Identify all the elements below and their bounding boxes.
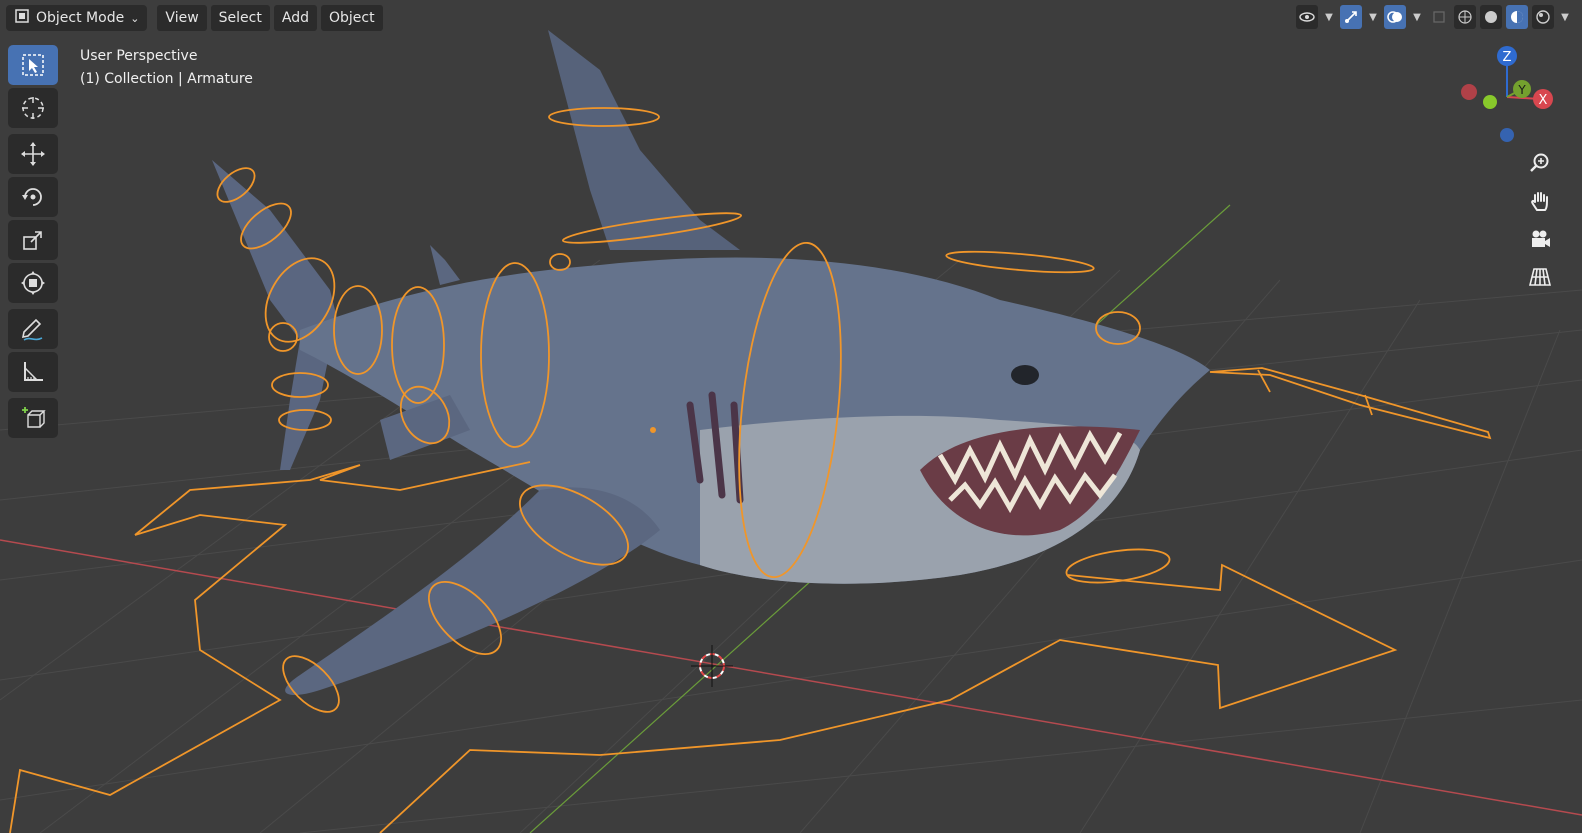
select-box-tool[interactable]	[8, 45, 58, 85]
object-mode-dropdown[interactable]: Object Mode ⌄	[6, 5, 148, 31]
gizmo-chevron-down-icon[interactable]: ▼	[1366, 5, 1380, 29]
transform-tool[interactable]	[8, 263, 58, 303]
transform-icon	[21, 271, 45, 295]
tool-shelf	[8, 45, 58, 441]
object-origin	[650, 427, 656, 433]
shading-material-icon[interactable]	[1506, 5, 1528, 29]
cursor-tool[interactable]	[8, 88, 58, 128]
rotate-tool[interactable]	[8, 177, 58, 217]
xray-toggle-icon[interactable]	[1428, 5, 1450, 29]
shading-chevron-down-icon[interactable]: ▼	[1558, 5, 1572, 29]
shading-wireframe-icon[interactable]	[1454, 5, 1476, 29]
menu-select[interactable]: Select	[210, 5, 270, 31]
measure-ruler-icon	[24, 362, 43, 381]
visibility-chevron-down-icon[interactable]: ▼	[1322, 5, 1336, 29]
camera-icon	[1532, 230, 1550, 247]
add-cube-tool[interactable]	[8, 398, 58, 438]
hand-icon	[1531, 192, 1548, 211]
grid-perspective-icon	[1529, 268, 1551, 286]
visibility-eye-icon[interactable]	[1296, 5, 1318, 29]
gizmo-z-label: Z	[1503, 50, 1512, 65]
cursor-icon	[22, 97, 44, 119]
camera-view-button[interactable]	[1523, 222, 1557, 256]
scale-tool[interactable]	[8, 220, 58, 260]
annotate-tool[interactable]	[8, 309, 58, 349]
pan-button[interactable]	[1523, 184, 1557, 218]
gizmo-toggle-icon[interactable]	[1340, 5, 1362, 29]
measure-tool[interactable]	[8, 352, 58, 392]
gizmo-y-label: Y	[1517, 83, 1526, 97]
select-box-icon	[22, 54, 44, 76]
overlays-toggle-icon[interactable]	[1384, 5, 1406, 29]
menu-object[interactable]: Object	[320, 5, 383, 31]
viewport-info: User Perspective (1) Collection | Armatu…	[80, 45, 253, 91]
object-mode-icon	[14, 8, 30, 28]
menu-add[interactable]: Add	[273, 5, 317, 31]
overlays-chevron-down-icon[interactable]: ▼	[1410, 5, 1424, 29]
gizmo-x-label: X	[1539, 93, 1548, 108]
move-tool[interactable]	[8, 134, 58, 174]
viewport-header: Object Mode ⌄ View Select Add Object ▼ ▼…	[0, 0, 1582, 36]
shading-solid-icon[interactable]	[1480, 5, 1502, 29]
header-right-controls: ▼ ▼ ▼ ▼	[1296, 5, 1572, 29]
annotate-pencil-icon	[21, 318, 43, 341]
zoom-magnifier-icon	[1530, 153, 1549, 172]
collection-object-label: (1) Collection | Armature	[80, 71, 253, 87]
shading-rendered-icon[interactable]	[1532, 5, 1554, 29]
perspective-toggle-button[interactable]	[1523, 260, 1557, 294]
rotate-icon	[22, 188, 42, 206]
menu-view[interactable]: View	[157, 5, 207, 31]
zoom-button[interactable]	[1523, 146, 1557, 180]
3d-viewport[interactable]: Z X Y	[0, 0, 1582, 833]
add-cube-icon	[22, 407, 46, 428]
view-name-label: User Perspective	[80, 48, 198, 64]
move-icon	[21, 142, 45, 166]
chevron-down-icon: ⌄	[130, 11, 140, 25]
object-mode-label: Object Mode	[36, 10, 125, 26]
scale-icon	[23, 231, 42, 250]
